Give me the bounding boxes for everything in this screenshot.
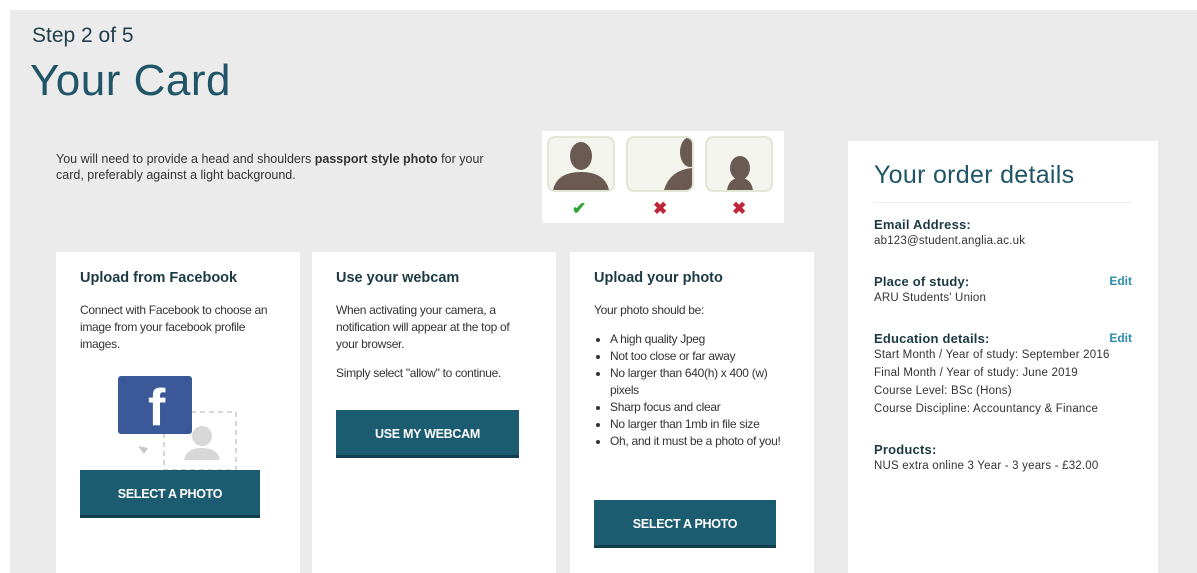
upload-select-photo-button[interactable]: SELECT A PHOTO (594, 500, 776, 548)
requirement-item: A high quality Jpeg (610, 331, 790, 348)
upload-heading: Upload your photo (594, 270, 723, 286)
person-silhouette-icon (553, 142, 609, 190)
page: Step 2 of 5 Your Card You will need to p… (10, 10, 1197, 573)
upload-photo-card: Upload your photo Your photo should be: … (570, 252, 814, 573)
facebook-description: Connect with Facebook to choose an image… (80, 303, 268, 351)
education-label: Education details: (874, 331, 990, 346)
facebook-logo-letter: f (148, 379, 166, 437)
intro-text-bold: passport style photo (314, 152, 438, 166)
requirement-item: No larger than 640(h) x 400 (w) pixels (610, 365, 790, 399)
course-level: Course Level: BSc (Hons) (874, 385, 1012, 397)
check-icon: ✔ (572, 199, 587, 218)
intro-text-start: You will need to provide a head and shou… (56, 152, 315, 166)
product-item: NUS extra online 3 Year - 3 years - £32.… (874, 460, 1099, 472)
email-section: Email Address: ab123@student.anglia.ac.u… (874, 217, 1132, 250)
facebook-select-photo-button[interactable]: SELECT A PHOTO (80, 470, 260, 518)
step-indicator: Step 2 of 5 (32, 24, 134, 47)
photo-instructions: You will need to provide a head and shou… (56, 151, 486, 183)
cross-icon: ✖ (653, 199, 668, 218)
email-label: Email Address: (874, 217, 971, 232)
use-webcam-button[interactable]: USE MY WEBCAM (336, 410, 519, 458)
example-too-far-photo (705, 136, 773, 192)
person-partial-icon (664, 138, 692, 190)
requirement-item: Sharp focus and clear (610, 399, 790, 416)
cross-icon: ✖ (732, 199, 747, 218)
upload-intro: Your photo should be: (594, 303, 705, 317)
course-discipline: Course Discipline: Accountancy & Finance (874, 403, 1099, 415)
facebook-graphic: f (118, 376, 240, 472)
edit-education-link[interactable]: Edit (1109, 331, 1132, 345)
email-value: ab123@student.anglia.ac.uk (874, 235, 1026, 247)
products-section: Products: NUS extra online 3 Year - 3 ye… (874, 442, 1132, 475)
products-label: Products: (874, 442, 937, 457)
place-of-study-value: ARU Students' Union (874, 292, 987, 304)
requirement-item: Oh, and it must be a photo of you! (610, 433, 790, 450)
facebook-heading: Upload from Facebook (80, 270, 238, 286)
education-start: Start Month / Year of study: September 2… (874, 349, 1110, 361)
person-small-icon (727, 156, 753, 190)
edit-place-of-study-link[interactable]: Edit (1109, 274, 1132, 288)
education-end: Final Month / Year of study: June 2019 (874, 367, 1078, 379)
place-of-study-section: Place of study: Edit ARU Students' Union (874, 274, 1132, 307)
webcam-allow-hint: Simply select "allow" to continue. (336, 366, 502, 380)
example-good-photo (547, 136, 615, 192)
requirement-item: No larger than 1mb in file size (610, 416, 790, 433)
example-too-close-photo (626, 136, 694, 192)
order-details-title: Your order details (874, 161, 1132, 203)
webcam-card: Use your webcam When activating your cam… (312, 252, 556, 573)
requirement-item: Not too close or far away (610, 348, 790, 365)
page-title: Your Card (30, 56, 231, 105)
photo-requirements-list: A high quality Jpeg Not too close or far… (594, 331, 790, 450)
webcam-description: When activating your camera, a notificat… (336, 303, 510, 351)
order-details-panel: Your order details Email Address: ab123@… (848, 141, 1158, 573)
photo-examples: ✔ ✖ ✖ (542, 131, 784, 223)
facebook-upload-card: Upload from Facebook Connect with Facebo… (56, 252, 300, 573)
education-section: Education details: Edit Start Month / Ye… (874, 331, 1132, 418)
facebook-icon (118, 376, 237, 471)
place-of-study-label: Place of study: (874, 274, 970, 289)
webcam-heading: Use your webcam (336, 270, 460, 286)
